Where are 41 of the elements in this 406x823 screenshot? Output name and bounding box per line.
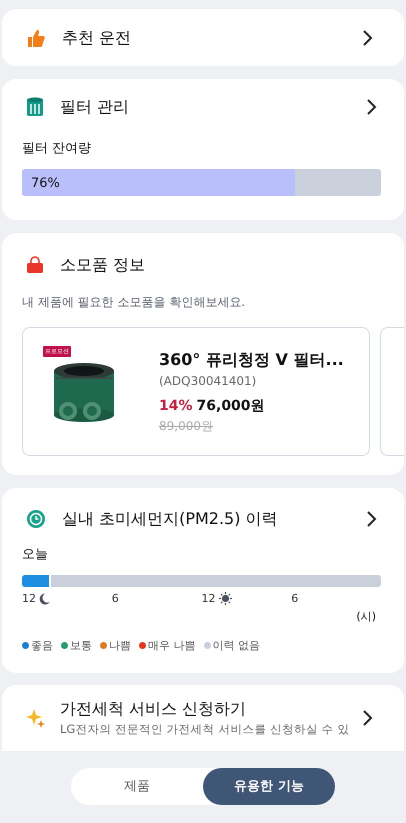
chevron-right-icon [362, 28, 374, 46]
legend-label: 매우 나쁨 [148, 638, 196, 654]
chevron-right-icon [366, 510, 378, 528]
consumables-subtitle: 내 제품에 필요한 소모품을 확인해보세요. [22, 294, 246, 311]
card-title[interactable]: 실내 초미세먼지(PM2.5) 이력 [62, 507, 366, 531]
hour-unit: (시) [356, 609, 376, 625]
product-code: (ADQ30041401) [159, 373, 258, 390]
sale-price: 76,000원 [196, 397, 265, 416]
cleaning-service-card[interactable]: 가전세척 서비스 신청하기 LG전자의 전문적인 가전세척 서비스를 신청하실 수 있 [2, 685, 404, 751]
chevron-right-icon [366, 98, 378, 116]
cleaning-description: LG전자의 전문적인 가전세척 서비스를 신청하실 수 있 [60, 721, 350, 738]
sparkle-icon [26, 708, 46, 728]
legend-label: 이력 없음 [212, 638, 260, 654]
filter-remaining-label: 필터 잔여량 [22, 140, 92, 158]
chevron-right-icon [362, 709, 374, 727]
bottom-tab[interactable]: 제품 [71, 768, 203, 805]
hour-tick-label: 6 [112, 590, 119, 606]
legend-label: 좋음 [31, 638, 53, 654]
card-title[interactable]: 필터 관리 [60, 95, 366, 119]
recommended-card[interactable]: 추천 운전 [2, 9, 404, 66]
hour-tick-label: 12 [22, 590, 36, 606]
card-title: 소모품 정보 [60, 254, 146, 276]
legend-label: 보통 [70, 638, 92, 654]
shopping-bag-icon [26, 256, 44, 274]
hour-tick-label: 6 [291, 590, 298, 606]
card-title: 추천 운전 [62, 26, 132, 48]
hour-tick-label: 12 [202, 590, 216, 606]
bottom-tab[interactable]: 유용한 기능 [203, 768, 335, 805]
filter-icon [26, 97, 44, 117]
next-product-card[interactable] [380, 327, 404, 456]
filter-percent: 76% [31, 174, 60, 192]
moon-icon [39, 592, 50, 605]
product-name: 360° 퓨리청정 V 필터... [159, 349, 344, 371]
thumbs-up-icon [26, 28, 46, 48]
history-clock-icon [26, 509, 46, 529]
sun-icon [218, 592, 232, 606]
day-label: 오늘 [22, 546, 49, 564]
original-price: 89,000원 [159, 418, 214, 435]
card-title: 가전세척 서비스 신청하기 [60, 698, 248, 720]
legend-label: 나쁨 [109, 638, 131, 654]
discount-rate: 14% [159, 397, 193, 416]
